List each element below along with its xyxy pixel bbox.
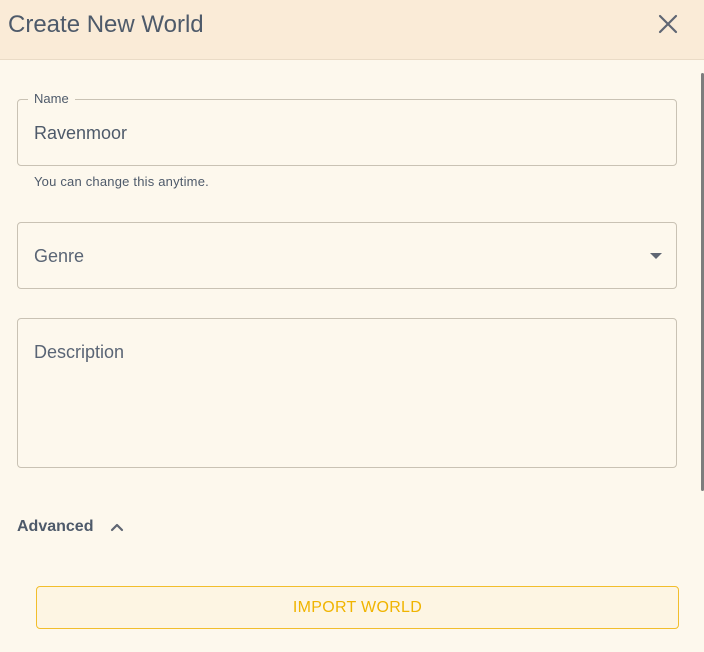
description-field[interactable]: Description	[17, 318, 677, 468]
name-field-value[interactable]: Ravenmoor	[34, 121, 127, 145]
import-world-button[interactable]: IMPORT WORLD	[36, 586, 679, 629]
dropdown-caret-icon	[650, 253, 662, 259]
dialog-header: Create New World	[0, 0, 704, 60]
advanced-toggle[interactable]: Advanced	[17, 516, 125, 538]
name-field-label: Name	[28, 91, 75, 107]
create-world-dialog: Create New World Name Ravenmoor You can …	[0, 0, 704, 652]
genre-placeholder: Genre	[34, 246, 85, 266]
name-field[interactable]: Name Ravenmoor	[17, 91, 677, 166]
close-button[interactable]	[653, 9, 683, 39]
genre-select[interactable]: Genre	[17, 222, 677, 289]
description-placeholder: Description	[34, 342, 125, 362]
advanced-label: Advanced	[17, 518, 94, 535]
name-helper-text: You can change this anytime.	[34, 174, 209, 189]
chevron-up-icon	[111, 523, 124, 532]
close-icon	[658, 14, 678, 34]
dialog-title: Create New World	[8, 11, 204, 38]
